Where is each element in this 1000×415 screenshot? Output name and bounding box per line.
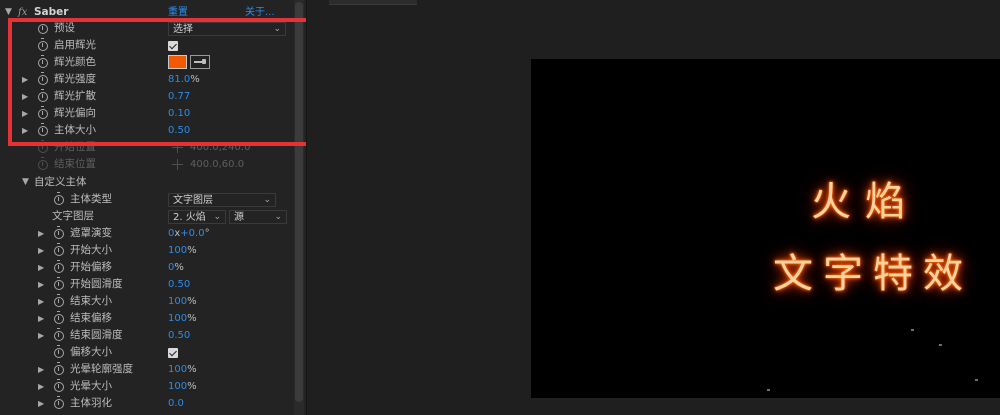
chevron-down-icon: ⌄: [263, 195, 271, 205]
core-type-value: 文字图层: [173, 195, 213, 206]
text-layer-value: 2. 火焰: [173, 212, 206, 223]
chevron-down-icon: ⌄: [213, 212, 221, 222]
offset-size-checkbox[interactable]: [168, 348, 178, 358]
property-row-offset-size: 偏移大小: [0, 344, 294, 361]
twirl-right-icon[interactable]: ▶: [38, 395, 44, 412]
text-source-dropdown[interactable]: 源 ⌄: [229, 210, 287, 224]
start-smoothness-value[interactable]: 0.50: [168, 276, 190, 293]
crosshair-icon: [172, 159, 183, 170]
property-row-start-size: ▶ 开始大小 100%: [0, 242, 294, 259]
stopwatch-icon[interactable]: [54, 396, 64, 409]
noise-speck: [911, 329, 914, 331]
property-label: 文字图层: [52, 210, 94, 222]
property-label: 光晕大小: [70, 380, 112, 392]
property-label: 结束偏移: [70, 312, 112, 324]
property-label: 结束位置: [54, 158, 96, 170]
highlight-annotation-box: [8, 18, 314, 146]
twirl-right-icon[interactable]: ▶: [38, 259, 44, 276]
core-feather-value[interactable]: 0.0: [168, 395, 184, 412]
stopwatch-icon[interactable]: [54, 260, 64, 273]
stopwatch-icon[interactable]: [54, 362, 64, 375]
text-layer-dropdown[interactable]: 2. 火焰 ⌄: [168, 210, 226, 224]
twirl-right-icon[interactable]: ▶: [38, 327, 44, 344]
property-row-core-type: 主体类型 文字图层 ⌄: [0, 191, 294, 208]
chevron-down-icon: ⌄: [274, 212, 282, 222]
core-type-dropdown[interactable]: 文字图层 ⌄: [168, 193, 276, 207]
end-size-value[interactable]: 100%: [168, 293, 197, 310]
noise-speck: [975, 379, 978, 381]
property-row-start-smoothness: ▶ 开始圆滑度 0.50: [0, 276, 294, 293]
twirl-right-icon[interactable]: ▶: [38, 276, 44, 293]
custom-core-group[interactable]: ▼ 自定义主体: [0, 174, 294, 191]
stopwatch-icon[interactable]: [54, 294, 64, 307]
property-row-halo-outline-intensity: ▶ 光晕轮廓强度 100%: [0, 361, 294, 378]
twirl-right-icon[interactable]: ▶: [38, 378, 44, 395]
twirl-right-icon[interactable]: ▶: [38, 361, 44, 378]
property-label: 结束圆滑度: [70, 329, 123, 341]
stopwatch-icon[interactable]: [54, 192, 64, 205]
property-label: 主体类型: [70, 193, 112, 205]
stopwatch-icon[interactable]: [54, 379, 64, 392]
property-label: 开始大小: [70, 244, 112, 256]
property-row-start-offset: ▶ 开始偏移 0%: [0, 259, 294, 276]
property-label: 偏移大小: [70, 346, 112, 358]
property-row-end-size: ▶ 结束大小 100%: [0, 293, 294, 310]
twirl-right-icon[interactable]: ▶: [38, 310, 44, 327]
property-row-halo-size: ▶ 光晕大小 100%: [0, 378, 294, 395]
stopwatch-icon[interactable]: [54, 311, 64, 324]
property-row-core-feather: ▶ 主体羽化 0.0: [0, 395, 294, 412]
start-size-value[interactable]: 100%: [168, 242, 197, 259]
property-row-end-position: 结束位置 400.0,60.0: [0, 156, 294, 173]
preview-text-line-2: 文字特效: [773, 251, 973, 297]
property-label: 结束大小: [70, 295, 112, 307]
noise-speck: [767, 389, 770, 391]
halo-outline-intensity-value[interactable]: 100%: [168, 361, 197, 378]
twirl-right-icon[interactable]: ▶: [38, 242, 44, 259]
stopwatch-icon: [38, 157, 48, 170]
property-label: 遮罩演变: [70, 227, 112, 239]
start-offset-value[interactable]: 0%: [168, 259, 184, 276]
noise-speck: [939, 344, 942, 346]
mask-evolution-value[interactable]: 0x+0.0°: [168, 225, 210, 242]
composition-viewer: 火焰 文字特效: [306, 0, 1000, 415]
property-label: 开始偏移: [70, 261, 112, 273]
end-smoothness-value[interactable]: 0.50: [168, 327, 190, 344]
property-row-mask-evolution: ▶ 遮罩演变 0x+0.0°: [0, 225, 294, 242]
composition-canvas[interactable]: 火焰 文字特效: [531, 59, 1000, 398]
text-source-value: 源: [234, 212, 244, 223]
stopwatch-icon[interactable]: [54, 328, 64, 341]
preview-text-line-1: 火焰: [811, 179, 919, 225]
twirl-down-icon[interactable]: ▼: [22, 174, 29, 191]
stopwatch-icon[interactable]: [54, 277, 64, 290]
property-label: 光晕轮廓强度: [70, 363, 133, 375]
property-row-end-offset: ▶ 结束偏移 100%: [0, 310, 294, 327]
end-offset-value[interactable]: 100%: [168, 310, 197, 327]
twirl-right-icon[interactable]: ▶: [38, 293, 44, 310]
stopwatch-icon[interactable]: [54, 243, 64, 256]
end-position-value: 400.0,60.0: [190, 159, 245, 170]
stopwatch-icon[interactable]: [54, 345, 64, 358]
twirl-right-icon[interactable]: ▶: [38, 225, 44, 242]
property-row-text-layer: 文字图层 2. 火焰 ⌄ 源 ⌄: [0, 208, 294, 225]
stopwatch-icon[interactable]: [54, 226, 64, 239]
property-label: 主体羽化: [70, 397, 112, 409]
viewer-tab[interactable]: [329, 0, 417, 5]
group-label: 自定义主体: [34, 176, 87, 188]
halo-size-value[interactable]: 100%: [168, 378, 197, 395]
property-row-end-smoothness: ▶ 结束圆滑度 0.50: [0, 327, 294, 344]
property-label: 开始圆滑度: [70, 278, 123, 290]
